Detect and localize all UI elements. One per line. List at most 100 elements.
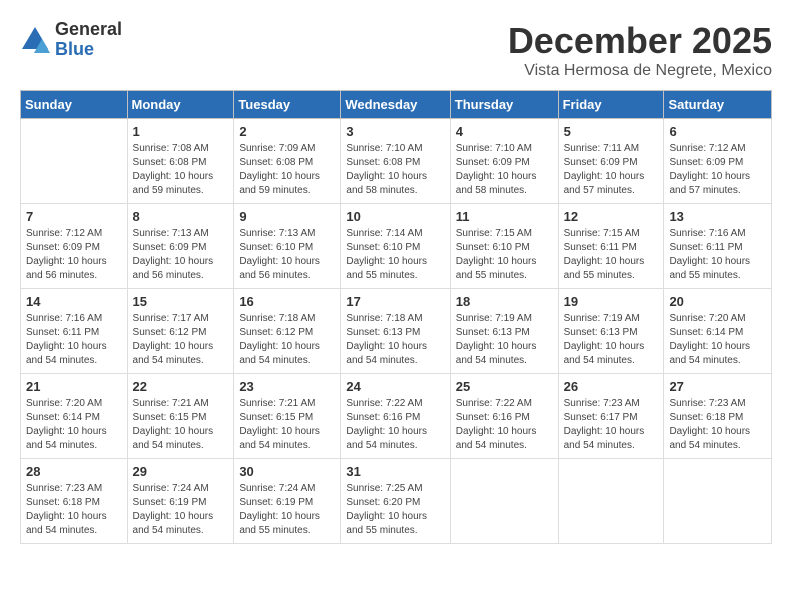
calendar-cell: 26 Sunrise: 7:23 AMSunset: 6:17 PMDayligh… xyxy=(558,374,664,459)
calendar-cell xyxy=(558,459,664,544)
calendar-cell: 7Sunrise: 7:12 AMSunset: 6:09 PMDaylight… xyxy=(21,204,128,289)
day-info: Sunrise: 7:25 AMSunset: 6:20 PMDaylight:… xyxy=(346,482,444,538)
calendar-cell: 30 Sunrise: 7:24 AMSunset: 6:19 PMDayligh… xyxy=(234,459,341,544)
logo-text: General Blue xyxy=(55,20,122,60)
day-info: Sunrise: 7:10 AMSunset: 6:08 PMDaylight:… xyxy=(346,142,444,198)
day-number: 30 xyxy=(239,464,335,479)
day-info: Sunrise: 7:23 AMSunset: 6:18 PMDaylight:… xyxy=(669,397,766,453)
day-info: Sunrise: 7:15 AMSunset: 6:10 PMDaylight:… xyxy=(456,227,553,283)
title-section: December 2025 Vista Hermosa de Negrete, … xyxy=(508,20,772,80)
header-tuesday: Tuesday xyxy=(234,91,341,119)
logo-icon xyxy=(20,25,50,55)
calendar-cell xyxy=(21,119,128,204)
day-info: Sunrise: 7:20 AMSunset: 6:14 PMDaylight:… xyxy=(26,397,122,453)
calendar-week-4: 21 Sunrise: 7:20 AMSunset: 6:14 PMDayligh… xyxy=(21,374,772,459)
day-info: Sunrise: 7:11 AMSunset: 6:09 PMDaylight:… xyxy=(564,142,659,198)
day-number: 18 xyxy=(456,294,553,309)
calendar-cell xyxy=(450,459,558,544)
day-number: 17 xyxy=(346,294,444,309)
calendar-cell: 9 Sunrise: 7:13 AMSunset: 6:10 PMDaylight… xyxy=(234,204,341,289)
calendar-week-3: 14Sunrise: 7:16 AMSunset: 6:11 PMDayligh… xyxy=(21,289,772,374)
calendar-cell: 19 Sunrise: 7:19 AMSunset: 6:13 PMDayligh… xyxy=(558,289,664,374)
day-number: 5 xyxy=(564,124,659,139)
day-number: 3 xyxy=(346,124,444,139)
day-number: 12 xyxy=(564,209,659,224)
day-info: Sunrise: 7:21 AMSunset: 6:15 PMDaylight:… xyxy=(239,397,335,453)
day-number: 21 xyxy=(26,379,122,394)
day-info: Sunrise: 7:15 AMSunset: 6:11 PMDaylight:… xyxy=(564,227,659,283)
calendar-cell: 22Sunrise: 7:21 AMSunset: 6:15 PMDayligh… xyxy=(127,374,234,459)
day-number: 23 xyxy=(239,379,335,394)
calendar-cell: 15Sunrise: 7:17 AMSunset: 6:12 PMDayligh… xyxy=(127,289,234,374)
calendar-cell: 14Sunrise: 7:16 AMSunset: 6:11 PMDayligh… xyxy=(21,289,128,374)
calendar-cell: 10 Sunrise: 7:14 AMSunset: 6:10 PMDayligh… xyxy=(341,204,450,289)
day-number: 25 xyxy=(456,379,553,394)
calendar-cell: 12 Sunrise: 7:15 AMSunset: 6:11 PMDayligh… xyxy=(558,204,664,289)
calendar-cell: 13Sunrise: 7:16 AMSunset: 6:11 PMDayligh… xyxy=(664,204,772,289)
calendar-header: SundayMondayTuesdayWednesdayThursdayFrid… xyxy=(21,91,772,119)
logo: General Blue xyxy=(20,20,122,60)
day-info: Sunrise: 7:20 AMSunset: 6:14 PMDaylight:… xyxy=(669,312,766,368)
calendar-cell: 27Sunrise: 7:23 AMSunset: 6:18 PMDayligh… xyxy=(664,374,772,459)
day-info: Sunrise: 7:13 AMSunset: 6:10 PMDaylight:… xyxy=(239,227,335,283)
header-sunday: Sunday xyxy=(21,91,128,119)
day-number: 24 xyxy=(346,379,444,394)
header-thursday: Thursday xyxy=(450,91,558,119)
day-number: 10 xyxy=(346,209,444,224)
page-header: General Blue December 2025 Vista Hermosa… xyxy=(20,20,772,80)
calendar-cell: 1Sunrise: 7:08 AMSunset: 6:08 PMDaylight… xyxy=(127,119,234,204)
calendar-cell: 16 Sunrise: 7:18 AMSunset: 6:12 PMDayligh… xyxy=(234,289,341,374)
calendar-table: SundayMondayTuesdayWednesdayThursdayFrid… xyxy=(20,90,772,544)
day-info: Sunrise: 7:12 AMSunset: 6:09 PMDaylight:… xyxy=(26,227,122,283)
calendar-cell: 31Sunrise: 7:25 AMSunset: 6:20 PMDayligh… xyxy=(341,459,450,544)
calendar-week-1: 1Sunrise: 7:08 AMSunset: 6:08 PMDaylight… xyxy=(21,119,772,204)
calendar-cell: 28Sunrise: 7:23 AMSunset: 6:18 PMDayligh… xyxy=(21,459,128,544)
day-info: Sunrise: 7:23 AMSunset: 6:17 PMDaylight:… xyxy=(564,397,659,453)
calendar-cell: 20 Sunrise: 7:20 AMSunset: 6:14 PMDayligh… xyxy=(664,289,772,374)
day-number: 8 xyxy=(133,209,229,224)
header-monday: Monday xyxy=(127,91,234,119)
calendar-cell: 25Sunrise: 7:22 AMSunset: 6:16 PMDayligh… xyxy=(450,374,558,459)
header-row: SundayMondayTuesdayWednesdayThursdayFrid… xyxy=(21,91,772,119)
day-number: 13 xyxy=(669,209,766,224)
calendar-cell: 8Sunrise: 7:13 AMSunset: 6:09 PMDaylight… xyxy=(127,204,234,289)
day-number: 2 xyxy=(239,124,335,139)
month-title: December 2025 xyxy=(508,20,772,62)
calendar-cell xyxy=(664,459,772,544)
day-info: Sunrise: 7:14 AMSunset: 6:10 PMDaylight:… xyxy=(346,227,444,283)
day-number: 26 xyxy=(564,379,659,394)
day-number: 11 xyxy=(456,209,553,224)
calendar-cell: 5 Sunrise: 7:11 AMSunset: 6:09 PMDaylight… xyxy=(558,119,664,204)
day-info: Sunrise: 7:18 AMSunset: 6:12 PMDaylight:… xyxy=(239,312,335,368)
day-info: Sunrise: 7:19 AMSunset: 6:13 PMDaylight:… xyxy=(564,312,659,368)
calendar-body: 1Sunrise: 7:08 AMSunset: 6:08 PMDaylight… xyxy=(21,119,772,544)
day-number: 22 xyxy=(133,379,229,394)
day-info: Sunrise: 7:24 AMSunset: 6:19 PMDaylight:… xyxy=(239,482,335,538)
calendar-cell: 21 Sunrise: 7:20 AMSunset: 6:14 PMDayligh… xyxy=(21,374,128,459)
day-number: 19 xyxy=(564,294,659,309)
day-info: Sunrise: 7:12 AMSunset: 6:09 PMDaylight:… xyxy=(669,142,766,198)
day-info: Sunrise: 7:22 AMSunset: 6:16 PMDaylight:… xyxy=(346,397,444,453)
calendar-week-2: 7Sunrise: 7:12 AMSunset: 6:09 PMDaylight… xyxy=(21,204,772,289)
calendar-cell: 3 Sunrise: 7:10 AMSunset: 6:08 PMDaylight… xyxy=(341,119,450,204)
calendar-week-5: 28Sunrise: 7:23 AMSunset: 6:18 PMDayligh… xyxy=(21,459,772,544)
day-info: Sunrise: 7:23 AMSunset: 6:18 PMDaylight:… xyxy=(26,482,122,538)
day-number: 16 xyxy=(239,294,335,309)
calendar-cell: 6 Sunrise: 7:12 AMSunset: 6:09 PMDaylight… xyxy=(664,119,772,204)
day-number: 6 xyxy=(669,124,766,139)
day-info: Sunrise: 7:17 AMSunset: 6:12 PMDaylight:… xyxy=(133,312,229,368)
calendar-cell: 4Sunrise: 7:10 AMSunset: 6:09 PMDaylight… xyxy=(450,119,558,204)
day-info: Sunrise: 7:08 AMSunset: 6:08 PMDaylight:… xyxy=(133,142,229,198)
calendar-cell: 24 Sunrise: 7:22 AMSunset: 6:16 PMDayligh… xyxy=(341,374,450,459)
day-info: Sunrise: 7:09 AMSunset: 6:08 PMDaylight:… xyxy=(239,142,335,198)
day-number: 29 xyxy=(133,464,229,479)
calendar-cell: 23 Sunrise: 7:21 AMSunset: 6:15 PMDayligh… xyxy=(234,374,341,459)
day-info: Sunrise: 7:18 AMSunset: 6:13 PMDaylight:… xyxy=(346,312,444,368)
day-number: 9 xyxy=(239,209,335,224)
calendar-cell: 18 Sunrise: 7:19 AMSunset: 6:13 PMDayligh… xyxy=(450,289,558,374)
calendar-cell: 17 Sunrise: 7:18 AMSunset: 6:13 PMDayligh… xyxy=(341,289,450,374)
day-number: 20 xyxy=(669,294,766,309)
logo-general: General xyxy=(55,20,122,40)
day-info: Sunrise: 7:19 AMSunset: 6:13 PMDaylight:… xyxy=(456,312,553,368)
header-friday: Friday xyxy=(558,91,664,119)
